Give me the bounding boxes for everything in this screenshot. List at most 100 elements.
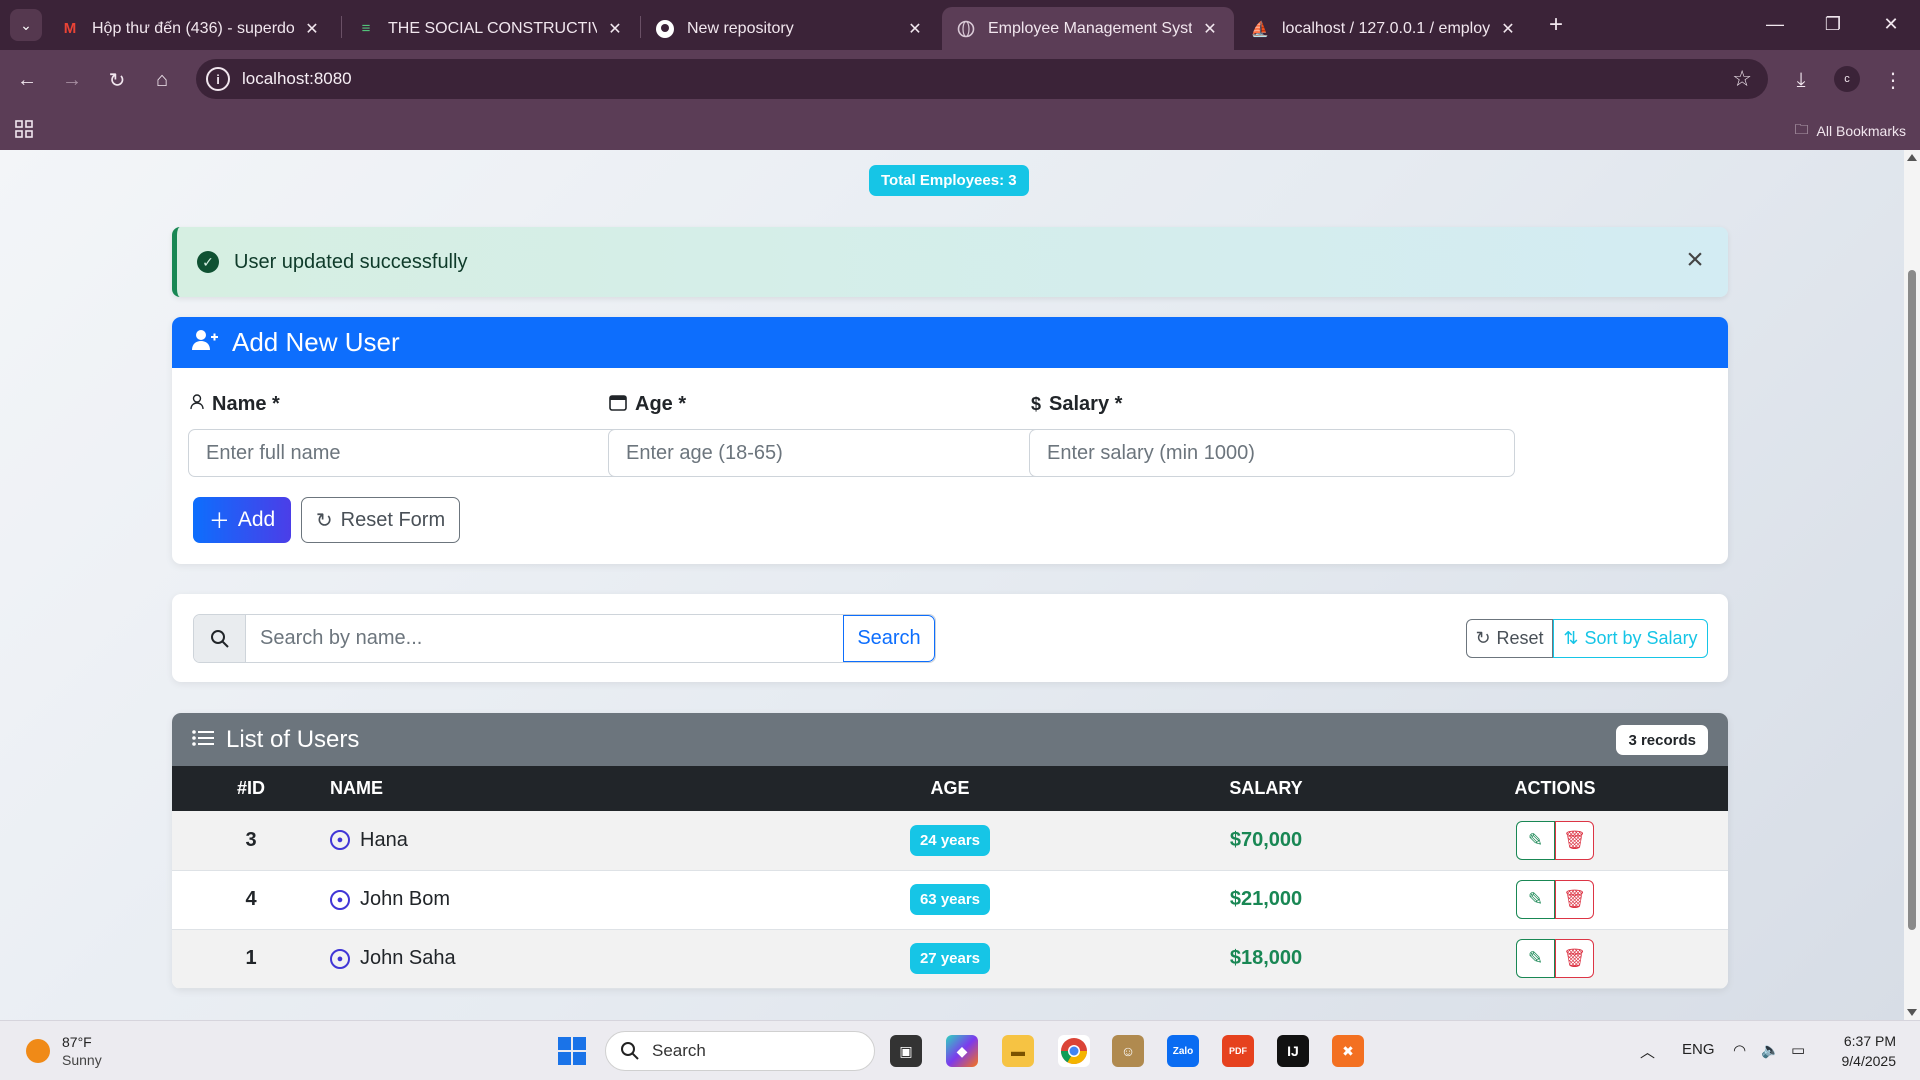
row-age-cell: 63 years xyxy=(750,870,1150,929)
column-header-age[interactable]: Age xyxy=(750,766,1150,811)
zalo-icon[interactable]: Zalo xyxy=(1167,1035,1199,1067)
gmail-icon: M xyxy=(63,20,77,37)
edit-icon[interactable]: ✎ xyxy=(1516,820,1555,860)
forward-icon[interactable]: → xyxy=(55,63,89,97)
close-alert-icon[interactable]: × xyxy=(1680,245,1710,276)
tab-new-repository[interactable]: New repository ✕ xyxy=(641,7,939,50)
list-title: List of Users xyxy=(226,725,360,753)
close-tab-icon[interactable]: ✕ xyxy=(905,19,925,39)
search-button[interactable]: Search xyxy=(843,615,935,662)
search-input[interactable] xyxy=(246,615,843,662)
close-tab-icon[interactable]: ✕ xyxy=(605,19,625,39)
table-row: 1 ● John Saha 27 years $18,000 ✎ 🗑 xyxy=(172,929,1728,988)
table-header-row: #ID Name Age Salary Actions xyxy=(172,766,1728,811)
chrome-icon[interactable] xyxy=(1058,1035,1090,1067)
volume-icon[interactable]: 🔈 xyxy=(1761,1041,1780,1059)
globe-icon xyxy=(956,19,976,39)
apps-grid-icon[interactable] xyxy=(14,119,34,139)
new-tab-button[interactable]: + xyxy=(1542,11,1570,39)
column-header-id[interactable]: #ID xyxy=(172,766,330,811)
taskbar-search-label: Search xyxy=(652,1041,706,1060)
task-view-icon[interactable]: ▣ xyxy=(890,1035,922,1067)
taskbar-search[interactable]: Search xyxy=(605,1031,875,1071)
all-bookmarks-button[interactable]: 🗀 All Bookmarks xyxy=(1795,119,1906,143)
reset-icon: ↻ xyxy=(1475,628,1491,648)
tab-gmail[interactable]: M Hộp thư đến (436) - superdogm ✕ xyxy=(46,7,336,50)
dollar-icon: $ xyxy=(1031,394,1042,414)
xampp-icon[interactable]: ✖ xyxy=(1332,1035,1364,1067)
game-app-icon[interactable]: ☺ xyxy=(1112,1035,1144,1067)
language-indicator[interactable]: ENG xyxy=(1682,1041,1715,1058)
age-badge: 63 years xyxy=(909,884,991,915)
edit-icon[interactable]: ✎ xyxy=(1516,880,1555,919)
users-table: #ID Name Age Salary Actions 3 ● Hana 24 y… xyxy=(172,766,1728,989)
close-window-button[interactable]: ✕ xyxy=(1868,8,1914,40)
row-salary: $21,000 xyxy=(1229,888,1303,910)
row-name-cell: ● John Bom xyxy=(330,870,750,929)
scrollbar-thumb[interactable] xyxy=(1908,270,1916,930)
user-circle-icon: ● xyxy=(330,830,350,851)
foxit-reader-icon[interactable]: PDF xyxy=(1222,1035,1254,1067)
all-bookmarks-label: All Bookmarks xyxy=(1816,123,1906,139)
reload-icon[interactable]: ↻ xyxy=(100,63,134,97)
salary-input[interactable] xyxy=(1029,429,1515,477)
success-alert: ✓ User updated successfully × xyxy=(172,227,1728,297)
scroll-up-icon[interactable] xyxy=(1907,154,1917,161)
reset-form-button[interactable]: ↻ Reset Form xyxy=(301,497,460,543)
sort-by-salary-button[interactable]: ⇅ Sort by Salary xyxy=(1553,619,1708,658)
row-actions: ✎ 🗑 xyxy=(1382,811,1728,870)
tab-search-menu-button[interactable]: ⌄ xyxy=(10,9,42,41)
column-header-salary[interactable]: Salary xyxy=(1150,766,1382,811)
tab-employee-management[interactable]: Employee Management System ✕ xyxy=(942,7,1234,50)
back-icon[interactable]: ← xyxy=(10,63,44,97)
list-icon xyxy=(192,727,214,753)
address-bar[interactable]: i localhost:8080 ☆ xyxy=(196,59,1768,99)
tab-social-constructive[interactable]: ≡ THE SOCIAL CONSTRUCTIVE LE ✕ xyxy=(342,7,639,50)
trash-icon[interactable]: 🗑 xyxy=(1555,880,1594,919)
close-tab-icon[interactable]: ✕ xyxy=(1498,19,1518,39)
more-menu-icon[interactable]: ⋮ xyxy=(1876,63,1910,97)
bookmark-star-icon[interactable]: ☆ xyxy=(1732,66,1752,92)
column-header-name[interactable]: Name xyxy=(330,766,750,811)
home-icon[interactable]: ⌂ xyxy=(145,63,179,97)
age-input[interactable] xyxy=(608,429,1094,477)
list-header: List of Users 3 records xyxy=(172,713,1728,766)
copilot-icon[interactable]: ◆ xyxy=(946,1035,978,1067)
site-info-icon[interactable]: i xyxy=(206,67,230,91)
trash-icon[interactable]: 🗑 xyxy=(1555,820,1594,860)
intellij-icon[interactable]: IJ xyxy=(1277,1035,1309,1067)
tab-phpmyadmin[interactable]: ⛵ localhost / 127.0.0.1 / employee ✕ xyxy=(1236,7,1532,50)
user-plus-icon xyxy=(192,329,218,357)
minimize-button[interactable]: — xyxy=(1752,8,1798,40)
restore-button[interactable]: ❐ xyxy=(1810,8,1856,40)
total-employees-badge: Total Employees: 3 xyxy=(869,165,1029,196)
trash-icon[interactable]: 🗑 xyxy=(1555,939,1594,978)
show-hidden-icons[interactable]: ︿ xyxy=(1640,1041,1655,1062)
wifi-icon[interactable]: ◠ xyxy=(1733,1041,1746,1059)
page-scrollbar[interactable] xyxy=(1904,150,1920,1020)
taskbar-clock[interactable]: 6:37 PM 9/4/2025 xyxy=(1842,1031,1897,1071)
url-text[interactable]: localhost:8080 xyxy=(242,69,352,89)
name-input[interactable] xyxy=(188,429,674,477)
add-user-button[interactable]: ＋ Add xyxy=(193,497,291,543)
close-tab-icon[interactable]: ✕ xyxy=(1200,19,1220,39)
file-explorer-icon[interactable]: ▬ xyxy=(1002,1035,1034,1067)
weather-widget[interactable]: 87°F Sunny xyxy=(26,1033,102,1069)
windows-start-icon[interactable] xyxy=(556,1035,588,1067)
download-icon[interactable]: ⤓ xyxy=(1784,63,1818,97)
scroll-down-icon[interactable] xyxy=(1907,1009,1917,1016)
reset-label: Reset xyxy=(1496,628,1544,648)
row-name-wrap: ● John Saha xyxy=(330,947,750,970)
row-name-wrap: ● John Bom xyxy=(330,888,750,911)
profile-avatar[interactable]: c xyxy=(1834,66,1860,92)
add-user-card: Add New User Name * Age * $ Salary * ＋ A… xyxy=(172,317,1728,564)
user-circle-icon: ● xyxy=(330,889,350,910)
reset-search-button[interactable]: ↻ Reset xyxy=(1466,619,1553,658)
sun-icon xyxy=(26,1039,50,1063)
close-tab-icon[interactable]: ✕ xyxy=(302,19,322,39)
edit-icon[interactable]: ✎ xyxy=(1516,939,1555,978)
alert-message: User updated successfully xyxy=(234,250,468,273)
salary-label: $ Salary * xyxy=(1031,393,1122,416)
battery-icon[interactable]: ▭ xyxy=(1791,1041,1805,1059)
row-id: 4 xyxy=(245,888,257,910)
